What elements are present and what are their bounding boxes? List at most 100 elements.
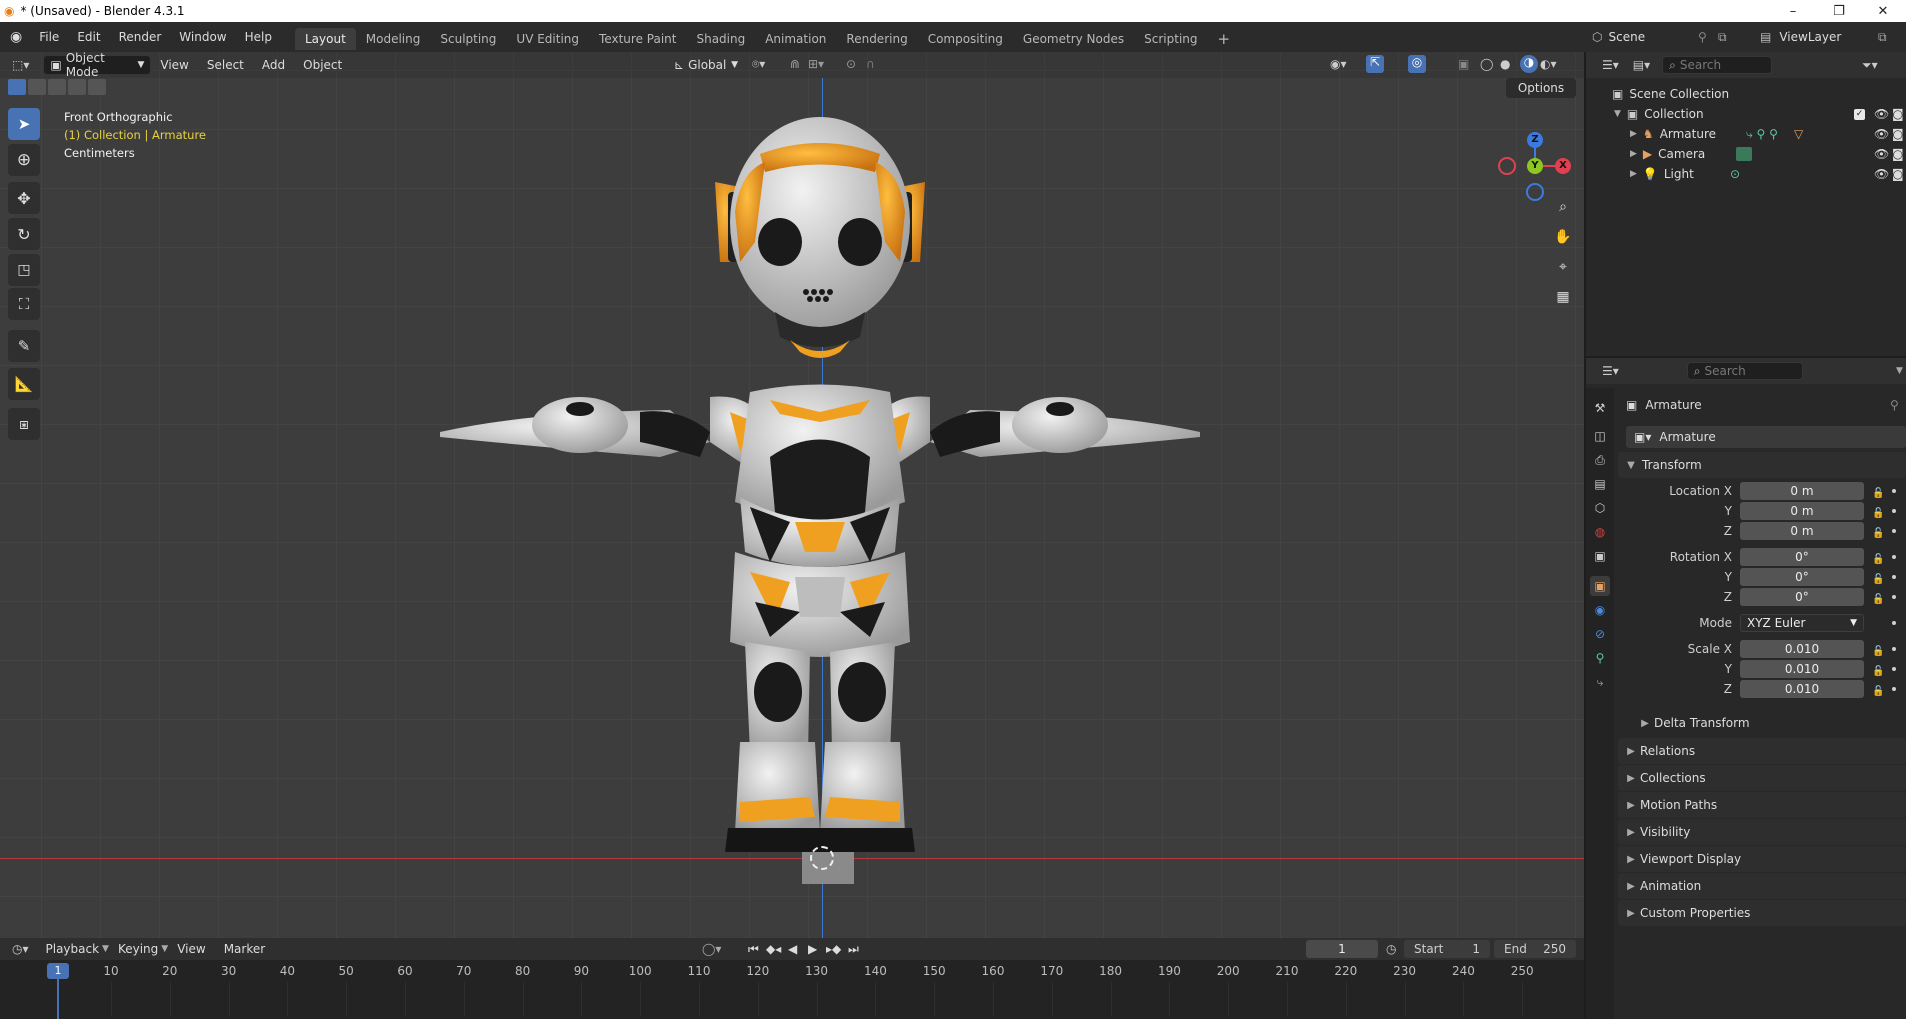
lock-icon[interactable]: 🔓 <box>1872 663 1884 677</box>
outliner-item-light[interactable]: ▶ 💡 Light ⊙ 👁 ◙ <box>1586 164 1906 184</box>
move-tool[interactable]: ✥ <box>8 182 40 214</box>
output-tab-icon[interactable]: ⎙ <box>1590 450 1610 470</box>
next-keyframe-icon[interactable]: ▸◆ <box>826 942 841 956</box>
outliner-editor-icon[interactable]: ☰▾ <box>1602 58 1619 72</box>
play-icon[interactable]: ▶ <box>808 942 817 956</box>
scale-tool[interactable]: ◳ <box>8 254 40 286</box>
motion-paths-section[interactable]: ▶ Motion Paths <box>1618 792 1906 818</box>
prev-keyframe-icon[interactable]: ◆◂ <box>766 942 781 956</box>
bone-tab-icon[interactable]: ⤷ <box>1590 672 1610 692</box>
tool-tab-icon[interactable]: ⚒ <box>1590 398 1610 418</box>
rendered-shading-icon[interactable]: ◐▾ <box>1540 57 1557 71</box>
select-intersect-icon[interactable] <box>88 79 106 95</box>
view-layer-tab-icon[interactable]: ▤ <box>1590 474 1610 494</box>
tab-animation[interactable]: Animation <box>755 28 836 50</box>
keyframe-dot-icon[interactable] <box>1892 509 1896 513</box>
rotation-z-field[interactable]: 0° <box>1740 588 1864 606</box>
gizmo-axis-x[interactable]: X <box>1555 158 1571 174</box>
minimize-button[interactable]: – <box>1770 0 1816 22</box>
location-z-field[interactable]: 0 m <box>1740 522 1864 540</box>
gizmo-axis-y[interactable]: Y <box>1527 158 1543 174</box>
lock-icon[interactable]: 🔓 <box>1872 571 1884 585</box>
rotate-tool[interactable]: ↻ <box>8 218 40 250</box>
cursor-tool[interactable]: ⊕ <box>8 144 40 176</box>
options-dropdown[interactable]: Options <box>1506 78 1576 98</box>
outliner-scene-collection[interactable]: ▣ Scene Collection <box>1586 84 1906 104</box>
mode-dropdown[interactable]: ▣ Object Mode ▼ <box>43 52 152 79</box>
animation-section[interactable]: ▶ Animation <box>1618 873 1906 899</box>
orientation-dropdown[interactable]: ⊾ Global ▼ <box>668 55 744 75</box>
editor-type-icon[interactable]: ⬚▾ <box>12 58 29 72</box>
rotation-y-field[interactable]: 0° <box>1740 568 1864 586</box>
scale-x-field[interactable]: 0.010 <box>1740 640 1864 658</box>
playhead-frame-badge[interactable]: 1 <box>47 963 69 979</box>
delta-transform-section[interactable]: ▶ Delta Transform <box>1632 710 1906 736</box>
camera-render-icon[interactable]: ◙ <box>1892 167 1904 181</box>
falloff-icon[interactable]: ∩ <box>866 57 875 71</box>
rotation-x-field[interactable]: 0° <box>1740 548 1864 566</box>
select-subtract-icon[interactable] <box>48 79 66 95</box>
data-tab-icon[interactable]: ⚲ <box>1590 648 1610 668</box>
transform-section-header[interactable]: ▼ Transform <box>1618 452 1906 478</box>
location-x-field[interactable]: 0 m <box>1740 482 1864 500</box>
viewport-menu-object[interactable]: Object <box>294 58 351 72</box>
proportional-edit-icon[interactable]: ⊙ <box>846 57 856 71</box>
outliner-item-armature[interactable]: ▶ ♞ Armature ⤷ ⚲ ⚲ ▽ 👁 ◙ <box>1586 124 1906 144</box>
filter-icon[interactable]: ⏷▾ <box>1862 58 1878 73</box>
tab-rendering[interactable]: Rendering <box>836 28 917 50</box>
chevron-down-icon[interactable]: ▼ <box>1896 366 1903 376</box>
physics-tab-icon[interactable]: ◉ <box>1590 600 1610 620</box>
ortho-toggle-button[interactable]: ▦ <box>1550 284 1576 310</box>
visibility-icon[interactable]: ◉▾ <box>1330 57 1347 71</box>
menu-render[interactable]: Render <box>110 22 171 52</box>
record-icon[interactable]: ◯▾ <box>702 942 721 956</box>
custom-properties-section[interactable]: ▶ Custom Properties <box>1618 900 1906 926</box>
keyframe-dot-icon[interactable] <box>1892 647 1896 651</box>
viewport-menu-view[interactable]: View <box>151 58 197 72</box>
display-mode-icon[interactable]: ▤▾ <box>1633 58 1650 72</box>
checkbox-icon[interactable]: ✓ <box>1854 108 1865 120</box>
eye-icon[interactable]: 👁 <box>1874 107 1889 121</box>
location-y-field[interactable]: 0 m <box>1740 502 1864 520</box>
restore-button[interactable]: ❐ <box>1816 0 1862 22</box>
clock-icon[interactable]: ◷ <box>1386 942 1396 956</box>
lock-icon[interactable]: 🔓 <box>1872 683 1884 697</box>
properties-editor-icon[interactable]: ☰▾ <box>1602 364 1619 378</box>
overlay-toggle-icon[interactable]: ◎ <box>1408 55 1426 73</box>
world-tab-icon[interactable]: ◍ <box>1590 522 1610 542</box>
tab-geometry-nodes[interactable]: Geometry Nodes <box>1013 28 1134 50</box>
xray-icon[interactable]: ▣ <box>1458 57 1469 71</box>
pan-button[interactable]: ✋ <box>1550 224 1576 250</box>
eye-icon[interactable]: 👁 <box>1874 167 1889 181</box>
end-frame-field[interactable]: End 250 <box>1494 940 1576 958</box>
tab-modeling[interactable]: Modeling <box>356 28 431 50</box>
scale-z-field[interactable]: 0.010 <box>1740 680 1864 698</box>
timeline-menu-playback[interactable]: Playback <box>37 942 109 956</box>
viewport-menu-select[interactable]: Select <box>198 58 253 72</box>
visibility-section[interactable]: ▶ Visibility <box>1618 819 1906 845</box>
keyframe-dot-icon[interactable] <box>1892 687 1896 691</box>
keyframe-dot-icon[interactable] <box>1892 529 1896 533</box>
start-frame-field[interactable]: Start 1 <box>1404 940 1490 958</box>
gizmo-toggle-icon[interactable]: ⇱ <box>1366 55 1384 73</box>
timeline-menu-keying[interactable]: Keying <box>109 942 167 956</box>
tab-uv-editing[interactable]: UV Editing <box>506 28 589 50</box>
render-tab-icon[interactable]: ◫ <box>1590 426 1610 446</box>
camera-render-icon[interactable]: ◙ <box>1892 147 1904 161</box>
chevron-right-icon[interactable]: ▶ <box>1630 149 1637 159</box>
view-layer-selector[interactable]: ▤ ViewLayer ⧉ <box>1760 26 1906 48</box>
collection-tab-icon[interactable]: ▣ <box>1590 546 1610 566</box>
pin-icon[interactable]: ⚲ <box>1698 30 1707 44</box>
relations-section[interactable]: ▶ Relations <box>1618 738 1906 764</box>
constraints-tab-icon[interactable]: ⊘ <box>1590 624 1610 644</box>
tab-layout[interactable]: Layout <box>294 28 356 50</box>
camera-render-icon[interactable]: ◙ <box>1892 107 1904 121</box>
eye-icon[interactable]: 👁 <box>1874 127 1889 141</box>
lock-icon[interactable]: 🔓 <box>1872 505 1884 519</box>
viewport-menu-add[interactable]: Add <box>253 58 294 72</box>
wireframe-shading-icon[interactable]: ◯ <box>1480 57 1493 71</box>
tab-sculpting[interactable]: Sculpting <box>430 28 506 50</box>
blender-menu-icon[interactable]: ◉ <box>10 29 22 45</box>
play-reverse-icon[interactable]: ◀ <box>788 942 797 956</box>
select-invert-icon[interactable] <box>68 79 86 95</box>
